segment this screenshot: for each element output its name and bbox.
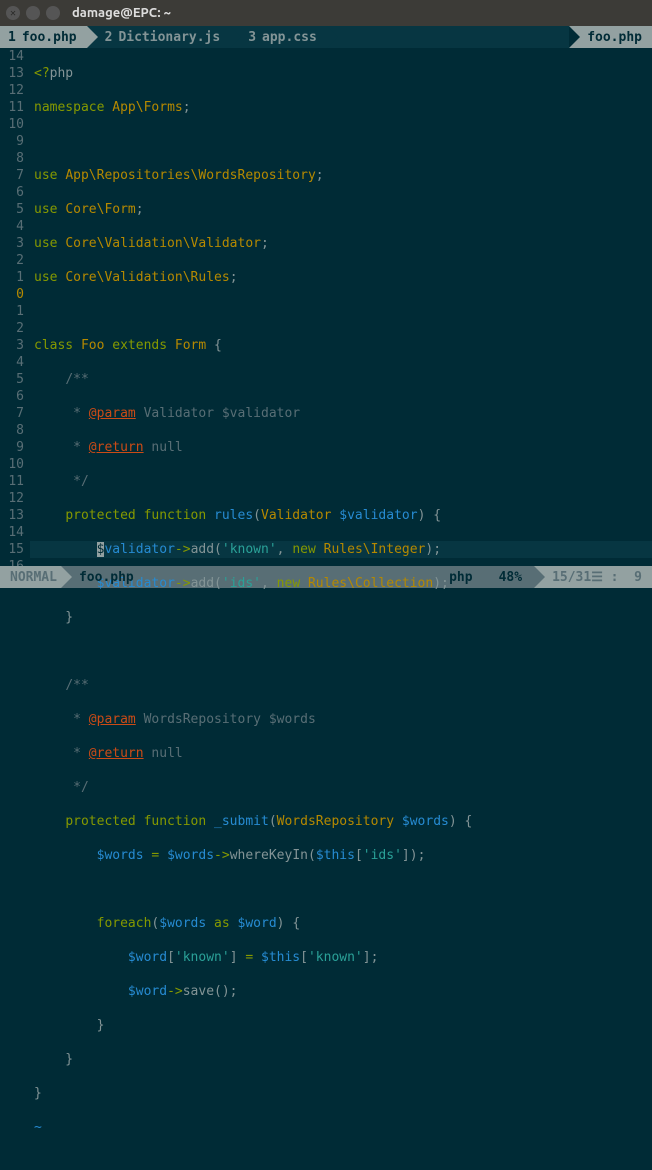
tab-number: 1 — [8, 30, 16, 45]
window-title: damage@EPC: ~ — [72, 6, 171, 20]
line-number-gutter: 1413121110987654321012345678910111213141… — [0, 48, 30, 566]
tab-label: Dictionary.js — [118, 30, 220, 45]
status-percent: 48% — [489, 566, 534, 588]
close-icon[interactable]: ✕ — [6, 6, 20, 20]
maximize-icon[interactable] — [46, 6, 60, 20]
code-area[interactable]: <?php namespace App\Forms; use App\Repos… — [30, 48, 652, 566]
vim-mode: NORMAL — [0, 566, 61, 588]
tab-foo-php[interactable]: 1 foo.php — [0, 26, 87, 48]
tab-number: 2 — [105, 30, 113, 45]
editor[interactable]: 1413121110987654321012345678910111213141… — [0, 48, 652, 566]
tab-label: app.css — [262, 30, 317, 45]
tab-number: 3 — [248, 30, 256, 45]
status-filename: foo.php — [61, 566, 144, 588]
window-titlebar: ✕ damage@EPC: ~ — [0, 0, 652, 26]
filename-indicator: foo.php — [569, 26, 652, 48]
status-position: 15/31☰ : 9 — [534, 566, 652, 588]
tab-app-css[interactable]: 3 app.css — [230, 26, 327, 48]
tab-bar: 1 foo.php 2 Dictionary.js 3 app.css foo.… — [0, 26, 652, 48]
minimize-icon[interactable] — [26, 6, 40, 20]
current-line: $validator->add('known', new Rules\Integ… — [30, 541, 652, 558]
tab-dictionary-js[interactable]: 2 Dictionary.js — [87, 26, 231, 48]
tab-label: foo.php — [22, 30, 77, 45]
